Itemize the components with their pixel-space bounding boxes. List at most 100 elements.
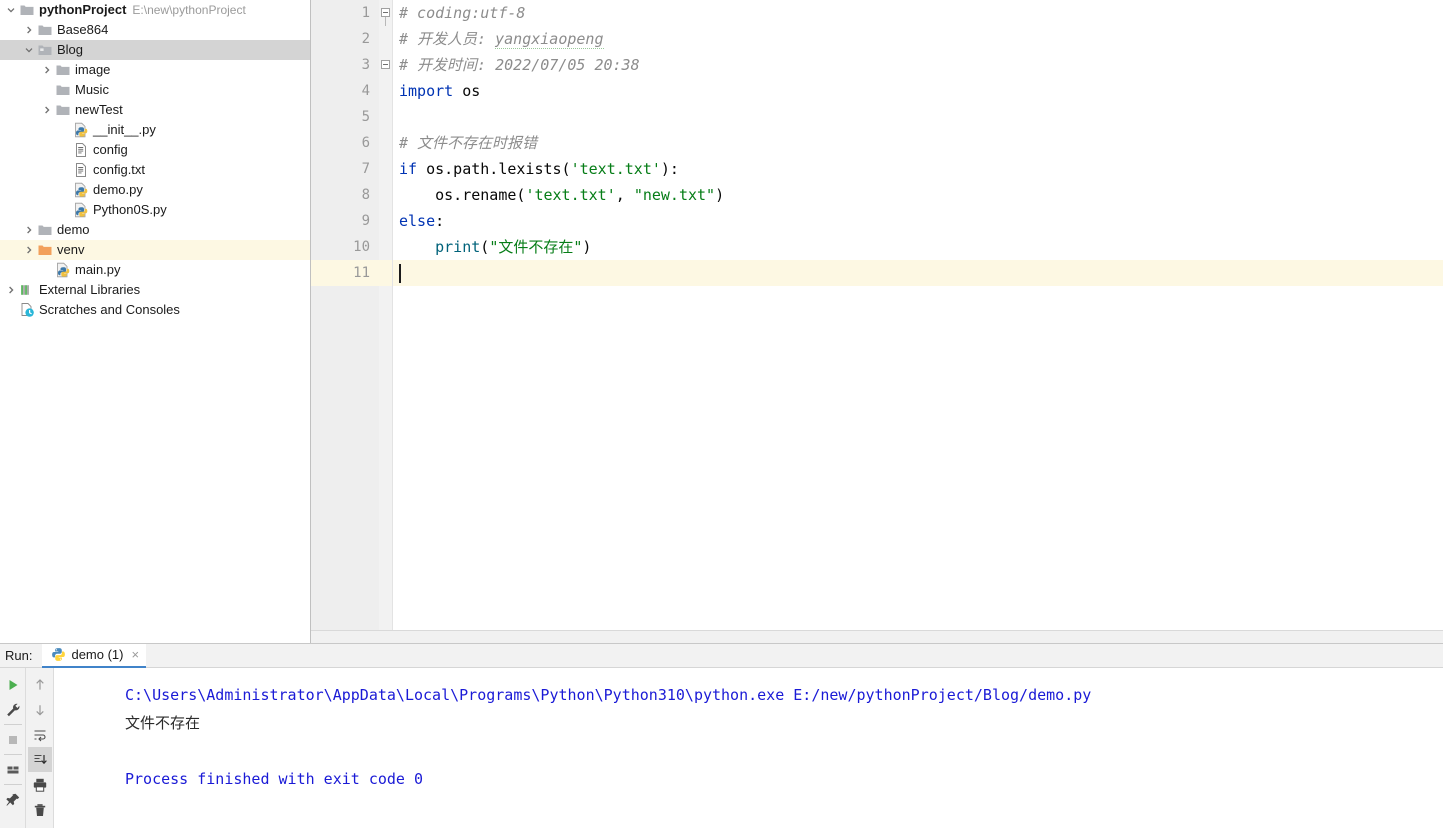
console-output[interactable]: C:\Users\Administrator\AppData\Local\Pro… — [54, 668, 1443, 828]
project-path: E:\new\pythonProject — [132, 3, 246, 17]
scratches-icon — [18, 300, 36, 320]
python-file-icon — [72, 180, 90, 200]
code-token: # coding:utf-8 — [399, 4, 526, 22]
code-token: # 开发人员: — [399, 30, 496, 48]
chevron-right-icon[interactable] — [22, 20, 36, 40]
run-toolbar-secondary[interactable] — [26, 668, 54, 828]
tree-item-demo-py[interactable]: demo.py — [0, 180, 310, 200]
python-file-icon — [54, 260, 72, 280]
stop-button[interactable] — [1, 727, 25, 752]
code-line[interactable]: # coding:utf-8 — [393, 0, 525, 26]
text-file-icon — [72, 140, 90, 160]
tree-item-label: Music — [75, 82, 109, 97]
tree-item-scratches-and-consoles[interactable]: Scratches and Consoles — [0, 300, 310, 320]
chevron-down-icon[interactable] — [22, 40, 36, 60]
code-line[interactable] — [393, 104, 399, 130]
run-tab-demo[interactable]: demo (1) × — [42, 643, 147, 668]
folder-icon — [36, 20, 54, 40]
tree-item-label: config.txt — [93, 162, 146, 177]
python-file-icon — [50, 647, 66, 663]
wrap-icon — [32, 727, 48, 743]
twisty-placeholder — [4, 300, 18, 320]
code-token: yangxiaopeng — [495, 30, 604, 49]
layout-button[interactable] — [1, 757, 25, 782]
twisty-placeholder — [58, 160, 72, 180]
code-token: 'text.txt' — [570, 160, 661, 178]
tree-item--init-py[interactable]: __init__.py — [0, 120, 310, 140]
clear-all-button[interactable] — [28, 797, 52, 822]
code-text[interactable]: # coding:utf-8 # 开发人员: yangxiaopeng # 开发时间… — [393, 0, 1443, 630]
run-tab-bar: Run: demo (1) × — [0, 643, 1443, 668]
code-fold-toggle-icon[interactable] — [381, 8, 390, 17]
run-window-label: Run: — [5, 648, 33, 663]
tree-item-python0s-py[interactable]: Python0S.py — [0, 200, 310, 220]
trash-icon — [32, 802, 48, 818]
line-number: 3 — [361, 57, 370, 73]
project-tool-window[interactable]: pythonProject E:\new\pythonProject Base864… — [0, 0, 311, 643]
rerun-button[interactable] — [1, 672, 25, 697]
twisty-placeholder — [40, 260, 54, 280]
code-token: # 开发时间: 2022/07/05 20:38 — [399, 56, 640, 74]
code-line[interactable]: if os.path.lexists('text.txt'): — [393, 156, 679, 182]
tree-item-pythonproject[interactable]: pythonProject E:\new\pythonProject — [0, 0, 310, 20]
code-line[interactable]: print("文件不存在") — [393, 234, 591, 260]
run-tool-window[interactable]: Run: demo (1) × C:\Users\Administrator\A… — [0, 643, 1443, 828]
toolbar-separator — [3, 724, 22, 725]
code-line[interactable]: # 开发人员: yangxiaopeng — [393, 26, 604, 52]
tree-item-main-py[interactable]: main.py — [0, 260, 310, 280]
chevron-right-icon[interactable] — [40, 100, 54, 120]
line-number: 2 — [361, 31, 370, 47]
tree-item-venv[interactable]: venv — [0, 240, 310, 260]
editor-area[interactable]: 1 2 3 4 5 6 7 8 9 10 11 # coding:utf-8 # 开发人员: yang… — [311, 0, 1443, 643]
console-line: C:\Users\Administrator\AppData\Local\Pro… — [125, 686, 1092, 704]
soft-wrap-button[interactable] — [28, 722, 52, 747]
tree-item-config[interactable]: config — [0, 140, 310, 160]
tree-item-base864[interactable]: Base864 — [0, 20, 310, 40]
code-editor[interactable]: 1 2 3 4 5 6 7 8 9 10 11 # coding:utf-8 # 开发人员: yang… — [311, 0, 1443, 630]
twisty-placeholder — [58, 180, 72, 200]
code-token: os.rename( — [399, 186, 526, 204]
toolbar-separator — [3, 754, 22, 755]
tree-item-demo[interactable]: demo — [0, 220, 310, 240]
chevron-right-icon[interactable] — [22, 240, 36, 260]
tree-item-config-txt[interactable]: config.txt — [0, 160, 310, 180]
code-token: 'text.txt' — [525, 186, 616, 204]
chevron-right-icon[interactable] — [40, 60, 54, 80]
close-icon[interactable]: × — [132, 648, 140, 661]
tree-item-image[interactable]: image — [0, 60, 310, 80]
code-line[interactable]: # 文件不存在时报错 — [393, 130, 537, 156]
twisty-placeholder — [58, 140, 72, 160]
folder-icon — [54, 80, 72, 100]
code-fold-toggle-icon[interactable] — [381, 60, 390, 69]
pin-icon — [5, 792, 21, 808]
code-line[interactable]: else: — [393, 208, 444, 234]
line-number-gutter[interactable]: 1 2 3 4 5 6 7 8 9 10 11 — [311, 0, 379, 630]
code-folding-strip[interactable] — [379, 0, 393, 630]
line-number: 7 — [361, 161, 370, 177]
code-line[interactable]: # 开发时间: 2022/07/05 20:38 — [393, 52, 640, 78]
scroll-to-end-button[interactable] — [27, 747, 52, 772]
current-line-highlight-fold — [379, 260, 392, 286]
tree-item-music[interactable]: Music — [0, 80, 310, 100]
down-stack-button[interactable] — [28, 697, 52, 722]
tree-item-blog[interactable]: Blog — [0, 40, 310, 60]
folder-open-icon — [36, 40, 54, 60]
up-stack-button[interactable] — [28, 672, 52, 697]
chevron-right-icon[interactable] — [22, 220, 36, 240]
run-body: C:\Users\Administrator\AppData\Local\Pro… — [0, 668, 1443, 828]
line-number: 5 — [361, 109, 370, 125]
chevron-down-icon[interactable] — [4, 0, 18, 20]
print-button[interactable] — [28, 772, 52, 797]
code-token: os.path.lexists( — [417, 160, 571, 178]
debug-settings-button[interactable] — [1, 697, 25, 722]
code-line[interactable]: os.rename('text.txt', "new.txt") — [393, 182, 724, 208]
chevron-right-icon[interactable] — [4, 280, 18, 300]
tree-item-label: newTest — [75, 102, 123, 117]
code-token: import — [399, 82, 454, 100]
tree-item-label: config — [93, 142, 128, 157]
run-toolbar-primary[interactable] — [0, 668, 26, 828]
pin-tab-button[interactable] — [1, 787, 25, 812]
tree-item-external-libraries[interactable]: External Libraries — [0, 280, 310, 300]
code-line[interactable]: import os — [393, 78, 480, 104]
tree-item-newtest[interactable]: newTest — [0, 100, 310, 120]
